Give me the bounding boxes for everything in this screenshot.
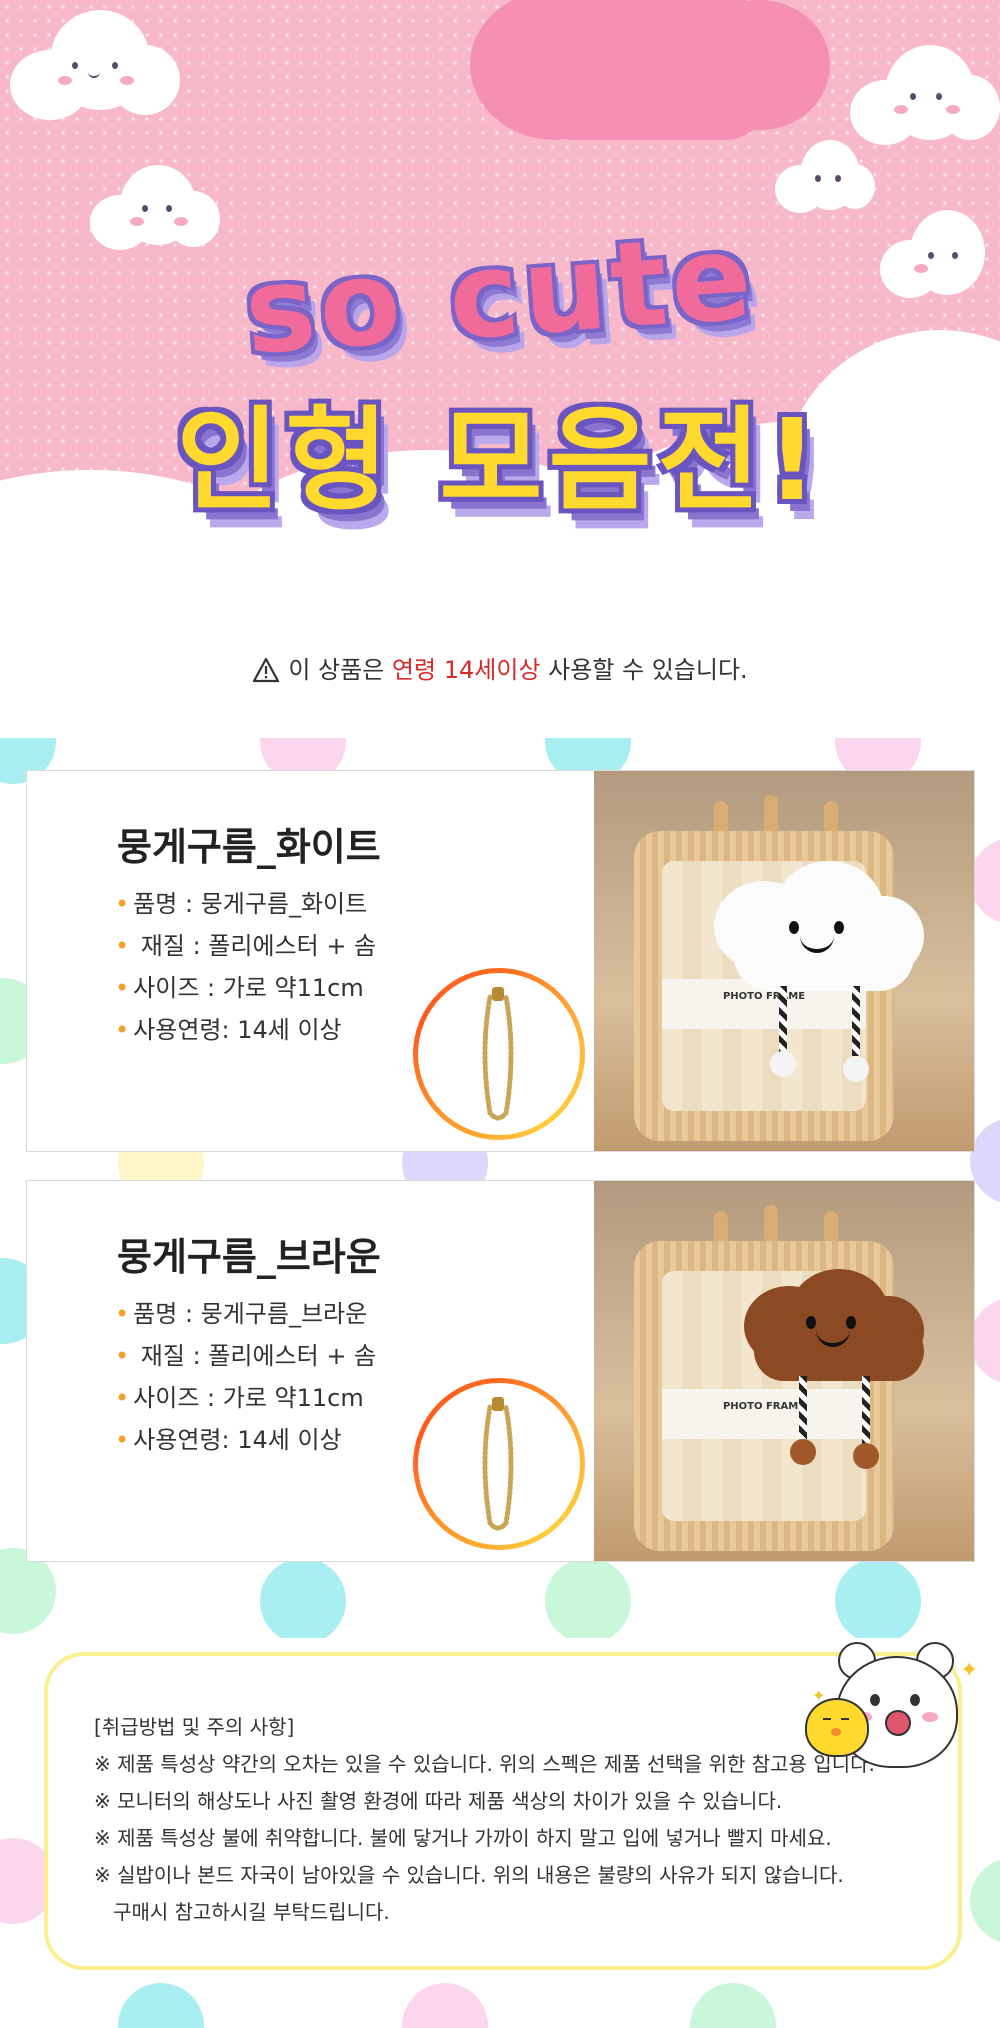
- caution-title: [취급방법 및 주의 사항]: [94, 1715, 295, 1739]
- hero-banner: so cute 인형 모음전!: [0, 0, 1000, 600]
- ball-chain-image: [413, 968, 585, 1140]
- caution-section: [취급방법 및 주의 사항] ※ 제품 특성상 약간의 오차는 있을 수 있습니…: [0, 1638, 1000, 2028]
- ball-chain-icon: [482, 987, 514, 1121]
- spec-item: • 사이즈 : 가로 약11cm: [115, 1384, 364, 1412]
- caution-line: ※ 제품 특성상 불에 취약합니다. 불에 닿거나 가까이 하지 말고 입에 넣…: [94, 1826, 832, 1850]
- product-card: 뭉게구름_화이트 • 품명 : 뭉게구름_화이트 • 재질 : 폴리에스터 + 솜…: [26, 770, 975, 1152]
- pink-cloud-decoration: [470, 0, 830, 160]
- notice-age-highlight: 연령 14세이상: [391, 656, 541, 684]
- ball-chain-icon: [482, 1397, 514, 1531]
- spec-item: • 재질 : 폴리에스터 + 솜: [115, 932, 377, 960]
- spec-item: • 사이즈 : 가로 약11cm: [115, 974, 364, 1002]
- smiling-cloud-decoration: [850, 45, 1000, 150]
- product-name: 뭉게구름_화이트: [117, 825, 381, 869]
- products-section: 뭉게구름_화이트 • 품명 : 뭉게구름_화이트 • 재질 : 폴리에스터 + 솜…: [0, 738, 1000, 1638]
- ball-chain-image: [413, 1378, 585, 1550]
- smiling-cloud-decoration: [90, 165, 220, 250]
- photo-frame-label: PHOTO FRAME: [722, 1401, 806, 1412]
- mascot-chick-icon: [805, 1698, 869, 1757]
- title-doll-collection: 인형 모음전!: [176, 396, 824, 526]
- product-photo: PHOTO FRAME: [594, 771, 974, 1151]
- age-notice: 이 상품은 연령 14세이상 사용할 수 있습니다.: [0, 650, 1000, 685]
- spec-item: • 품명 : 뭉게구름_브라운: [115, 1300, 368, 1328]
- notice-suffix: 사용할 수 있습니다.: [540, 656, 748, 684]
- product-name: 뭉게구름_브라운: [117, 1235, 381, 1279]
- caution-line: ※ 모니터의 해상도나 사진 촬영 환경에 따라 제품 색상의 차이가 있을 수…: [94, 1789, 783, 1813]
- spec-item: • 사용연령: 14세 이상: [115, 1426, 342, 1454]
- caution-line: ※ 실밥이나 본드 자국이 남아있을 수 있습니다. 위의 내용은 불량의 사유…: [94, 1863, 844, 1887]
- product-photo: PHOTO FRAME: [594, 1181, 974, 1561]
- product-spec-list: • 품명 : 뭉게구름_화이트 • 재질 : 폴리에스터 + 솜 • 사이즈 : 가…: [115, 883, 376, 1051]
- warning-triangle-icon: [253, 657, 280, 683]
- caution-line: ※ 제품 특성상 약간의 오차는 있을 수 있습니다. 위의 스펙은 제품 선택…: [94, 1752, 875, 1776]
- sparkle-icon: ✦: [812, 1686, 826, 1705]
- product-spec-list: • 품명 : 뭉게구름_브라운 • 재질 : 폴리에스터 + 솜 • 사이즈 : 가…: [115, 1293, 376, 1461]
- spec-item: • 품명 : 뭉게구름_화이트: [115, 890, 368, 918]
- notice-prefix: 이 상품은: [288, 656, 392, 684]
- spec-item: • 재질 : 폴리에스터 + 솜: [115, 1342, 377, 1370]
- sparkle-icon: ✦: [960, 1658, 979, 1683]
- product-card: 뭉게구름_브라운 • 품명 : 뭉게구름_브라운 • 재질 : 폴리에스터 + 솜…: [26, 1180, 975, 1562]
- caution-line: 구매시 참고하시길 부탁드립니다.: [94, 1900, 390, 1924]
- spec-item: • 사용연령: 14세 이상: [115, 1016, 342, 1044]
- smiling-cloud-decoration: [10, 10, 180, 120]
- photo-frame-label: PHOTO FRAME: [722, 991, 806, 1002]
